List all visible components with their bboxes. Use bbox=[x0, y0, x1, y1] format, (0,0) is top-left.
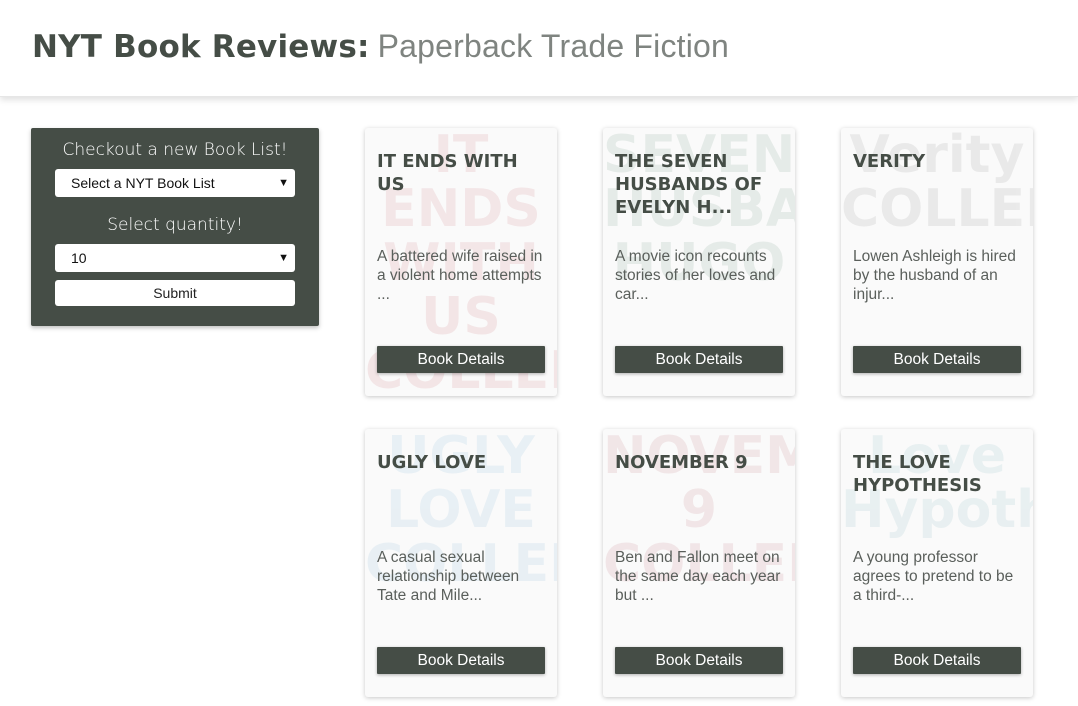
book-details-button[interactable]: Book Details bbox=[853, 647, 1021, 674]
book-list-label: Checkout a new Book List! bbox=[62, 140, 288, 160]
page-title-main: NYT Book Reviews: bbox=[32, 29, 370, 65]
book-title: THE SEVEN HUSBANDS OF EVELYN H... bbox=[615, 151, 763, 218]
book-title: UGLY LOVE bbox=[377, 452, 487, 473]
quantity-label: Select quantity! bbox=[107, 215, 243, 235]
book-card: NOVEMBER 9 COLLEEN NOVEMBER 9 Ben and Fa… bbox=[603, 429, 795, 697]
book-description: A casual sexual relationship between Tat… bbox=[377, 549, 520, 604]
book-details-button[interactable]: Book Details bbox=[377, 647, 545, 674]
book-description: A young professor agrees to pretend to b… bbox=[853, 549, 1014, 604]
book-title: IT ENDS WITH US bbox=[377, 151, 518, 195]
book-card: UGLY LOVE COLLEEN UGLY LOVE A casual sex… bbox=[365, 429, 557, 697]
book-details-button[interactable]: Book Details bbox=[377, 346, 545, 373]
book-description: A movie icon recounts stories of her lov… bbox=[615, 248, 776, 303]
book-card: Verity COLLEEN VERITY Lowen Ashleigh is … bbox=[841, 128, 1033, 396]
page-subtitle: Paperback Trade Fiction bbox=[377, 28, 730, 64]
book-details-button[interactable]: Book Details bbox=[615, 346, 783, 373]
book-card: Love Hypothesis THE LOVE HYPOTHESIS A yo… bbox=[841, 429, 1033, 697]
book-card: SEVEN HUSBANDS HUGO THE SEVEN HUSBANDS O… bbox=[603, 128, 795, 396]
chevron-down-icon: ▼ bbox=[278, 252, 289, 264]
book-list-select[interactable]: Select a NYT Book List ▼ bbox=[55, 169, 295, 197]
book-list-form: Checkout a new Book List! Select a NYT B… bbox=[31, 128, 319, 326]
book-card: IT ENDS WITH US COLLEEN IT ENDS WITH US … bbox=[365, 128, 557, 396]
page-title: NYT Book Reviews: Paperback Trade Fiction bbox=[32, 28, 729, 65]
book-description: Lowen Ashleigh is hired by the husband o… bbox=[853, 248, 1016, 303]
page-header: NYT Book Reviews: Paperback Trade Fiction bbox=[0, 0, 1078, 97]
book-details-button[interactable]: Book Details bbox=[853, 346, 1021, 373]
book-description: A battered wife raised in a violent home… bbox=[377, 248, 543, 303]
book-description: Ben and Fallon meet on the same day each… bbox=[615, 549, 781, 604]
book-title: VERITY bbox=[853, 151, 926, 172]
submit-button[interactable]: Submit bbox=[55, 280, 295, 306]
quantity-select-value: 10 bbox=[71, 250, 87, 266]
book-details-button[interactable]: Book Details bbox=[615, 647, 783, 674]
book-list-select-value: Select a NYT Book List bbox=[71, 175, 215, 191]
quantity-select[interactable]: 10 ▼ bbox=[55, 244, 295, 272]
book-title: THE LOVE HYPOTHESIS bbox=[853, 452, 982, 496]
chevron-down-icon: ▼ bbox=[278, 177, 289, 189]
book-title: NOVEMBER 9 bbox=[615, 452, 748, 473]
